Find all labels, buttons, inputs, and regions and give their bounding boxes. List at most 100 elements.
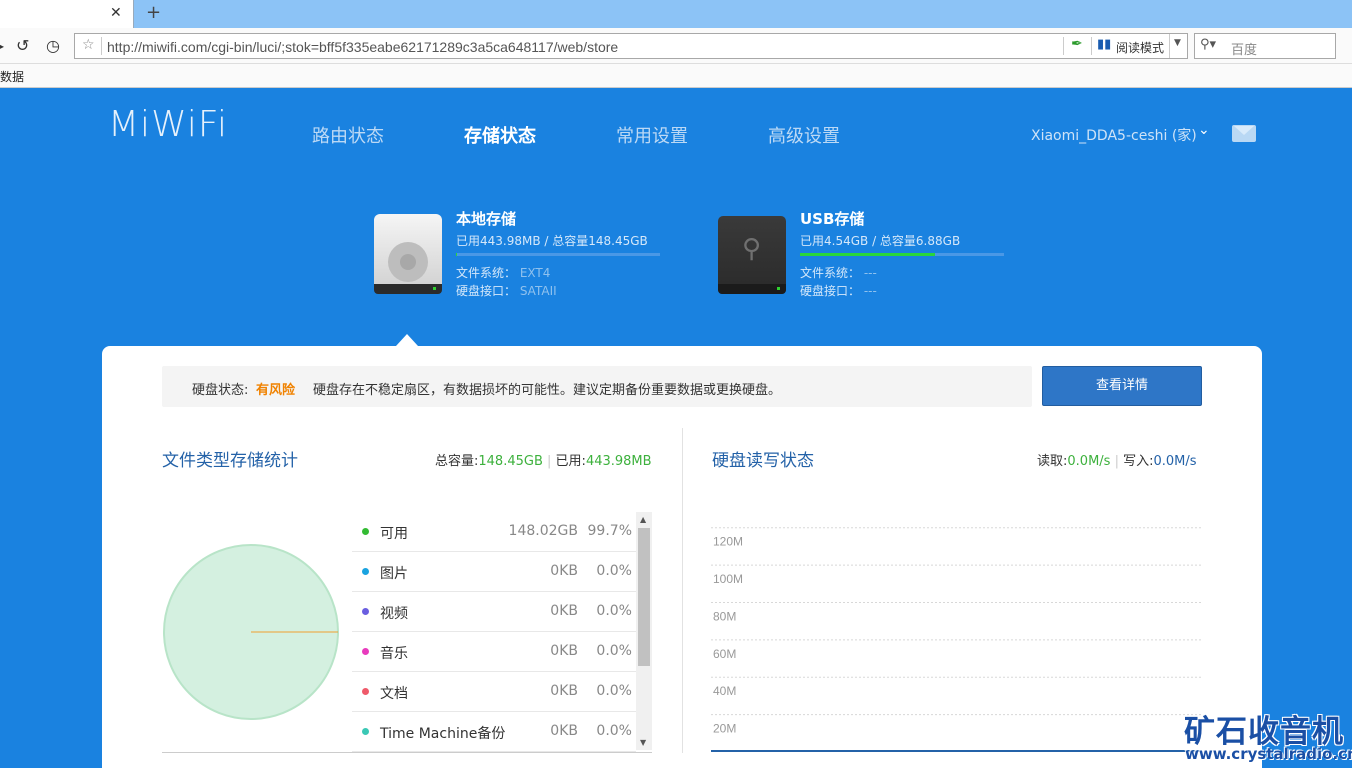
legend-dot-icon bbox=[362, 688, 369, 695]
pin-icon[interactable]: ✒ bbox=[1071, 36, 1083, 52]
close-icon[interactable]: ✕ bbox=[110, 5, 122, 21]
url-text[interactable]: http://miwifi.com/cgi-bin/luci/;stok=bff… bbox=[107, 39, 618, 55]
disk-status-value: 有风险 bbox=[256, 383, 296, 398]
back-icon[interactable]: ▸ bbox=[0, 36, 4, 55]
list-item: 音乐 0KB 0.0% bbox=[352, 632, 636, 672]
address-bar[interactable]: ☆ http://miwifi.com/cgi-bin/luci/;stok=b… bbox=[74, 33, 1188, 59]
bookmark-item[interactable]: 数据 bbox=[0, 68, 24, 85]
file-type-size: 0KB bbox=[550, 683, 578, 699]
scroll-up-icon[interactable]: ▲ bbox=[640, 515, 646, 524]
fs-value: --- bbox=[863, 266, 877, 280]
chevron-down-icon[interactable]: ▼ bbox=[1174, 38, 1181, 48]
disk-io-line-chart: 120M 100M 80M 60M 40M 20M bbox=[711, 527, 1201, 752]
file-list-scrollbar[interactable]: ▲ ▼ bbox=[636, 512, 652, 750]
divider bbox=[101, 37, 102, 55]
local-usage-bar bbox=[456, 253, 660, 256]
local-usage-fill bbox=[456, 253, 457, 256]
write-value: 0.0M/s bbox=[1153, 454, 1197, 469]
file-type-percent: 0.0% bbox=[596, 563, 632, 579]
disk-base bbox=[374, 284, 442, 294]
file-type-percent: 0.0% bbox=[596, 603, 632, 619]
usb-usage-fill bbox=[800, 253, 935, 256]
local-storage-title: 本地存储 bbox=[456, 210, 517, 228]
scroll-thumb[interactable] bbox=[638, 528, 650, 666]
history-icon[interactable]: ◷ bbox=[46, 36, 60, 55]
file-type-size: 0KB bbox=[550, 723, 578, 739]
browser-toolbar: ▸ ↺ ◷ ☆ http://miwifi.com/cgi-bin/luci/;… bbox=[0, 28, 1352, 64]
read-label: 读取: bbox=[1037, 454, 1068, 469]
refresh-icon[interactable]: ↺ bbox=[16, 36, 29, 55]
chevron-down-icon[interactable]: ⌄ bbox=[1198, 122, 1210, 138]
read-mode-label[interactable]: 阅读模式 bbox=[1116, 39, 1164, 56]
file-type-name: 文档 bbox=[380, 686, 408, 702]
file-type-percent: 99.7% bbox=[587, 523, 632, 539]
file-type-size: 0KB bbox=[550, 643, 578, 659]
miwifi-logo[interactable]: MiWiFi bbox=[108, 104, 228, 145]
file-type-pie-chart bbox=[163, 544, 339, 720]
usb-symbol-icon: ⚲ bbox=[742, 234, 762, 264]
scroll-down-icon[interactable]: ▼ bbox=[640, 738, 646, 747]
list-item: Time Machine备份 0KB 0.0% bbox=[352, 712, 636, 752]
file-type-name: Time Machine备份 bbox=[380, 726, 506, 742]
io-title: 硬盘读写状态 bbox=[712, 451, 814, 471]
watermark-url: www.crystalradio.cn bbox=[1185, 745, 1352, 763]
browser-tab-bar: ✕ + bbox=[0, 0, 1352, 28]
mail-icon[interactable] bbox=[1232, 125, 1256, 142]
file-stats-summary: 总容量:148.45GB | 已用:443.98MB bbox=[435, 450, 652, 469]
legend-dot-icon bbox=[362, 568, 369, 575]
disk-status-message: 硬盘存在不稳定扇区，有数据损坏的可能性。建议定期备份重要数据或更换硬盘。 bbox=[313, 383, 782, 398]
legend-dot-icon bbox=[362, 648, 369, 655]
nav-advanced-settings[interactable]: 高级设置 bbox=[768, 122, 840, 148]
divider bbox=[1091, 37, 1092, 55]
search-input[interactable]: ⚲▾ 百度 bbox=[1194, 33, 1336, 59]
bookmark-star-icon[interactable]: ☆ bbox=[82, 37, 95, 53]
file-type-size: 0KB bbox=[550, 563, 578, 579]
y-tick-label: 80M bbox=[713, 609, 736, 623]
disk-status-label: 硬盘状态: bbox=[192, 383, 249, 398]
write-label: 写入: bbox=[1123, 454, 1154, 469]
file-type-percent: 0.0% bbox=[596, 683, 632, 699]
legend-dot-icon bbox=[362, 608, 369, 615]
y-tick-label: 40M bbox=[713, 684, 736, 698]
used-label: 已用: bbox=[555, 454, 586, 469]
read-value: 0.0M/s bbox=[1067, 454, 1111, 469]
usb-usage-bar bbox=[800, 253, 1004, 256]
usb-storage-usage: 已用4.54GB / 总容量6.88GB bbox=[800, 234, 961, 248]
browser-tab[interactable]: ✕ bbox=[0, 0, 134, 28]
nav-storage-status[interactable]: 存储状态 bbox=[464, 122, 536, 148]
iface-label: 硬盘接口： bbox=[456, 284, 517, 298]
local-disk-icon[interactable] bbox=[374, 214, 442, 294]
nav-router-status[interactable]: 路由状态 bbox=[312, 122, 384, 148]
file-type-percent: 0.0% bbox=[596, 723, 632, 739]
y-tick-label: 120M bbox=[713, 535, 743, 549]
file-type-name: 图片 bbox=[380, 566, 408, 582]
router-name[interactable]: Xiaomi_DDA5-ceshi (家) bbox=[1031, 125, 1197, 145]
divider bbox=[1063, 37, 1064, 55]
nav-common-settings[interactable]: 常用设置 bbox=[616, 122, 688, 148]
separator: | bbox=[1114, 454, 1119, 469]
y-tick-label: 60M bbox=[713, 647, 736, 661]
list-item: 文档 0KB 0.0% bbox=[352, 672, 636, 712]
read-mode-icon[interactable]: ▮▮ bbox=[1097, 37, 1111, 52]
local-iface: 硬盘接口： SATAII bbox=[456, 282, 557, 299]
disk-led bbox=[433, 287, 436, 290]
file-stats-title: 文件类型存储统计 bbox=[162, 451, 298, 471]
file-type-name: 音乐 bbox=[380, 646, 408, 662]
disk-led bbox=[777, 287, 780, 290]
fs-label: 文件系统： bbox=[456, 266, 517, 280]
view-details-button[interactable]: 查看详情 bbox=[1042, 366, 1202, 406]
usb-disk-icon[interactable]: ⚲ bbox=[718, 216, 786, 294]
search-placeholder: 百度 bbox=[1231, 43, 1258, 58]
io-summary: 读取:0.0M/s | 写入:0.0M/s bbox=[1037, 450, 1197, 469]
divider bbox=[682, 428, 683, 753]
usb-storage-title: USB存储 bbox=[800, 210, 865, 228]
bookmarks-bar: 数据 bbox=[0, 64, 1352, 88]
search-icon[interactable]: ⚲▾ bbox=[1200, 37, 1216, 52]
list-item: 视频 0KB 0.0% bbox=[352, 592, 636, 632]
new-tab-icon[interactable]: + bbox=[146, 2, 161, 23]
file-type-size: 0KB bbox=[550, 603, 578, 619]
y-tick-label: 100M bbox=[713, 572, 743, 586]
legend-dot-icon bbox=[362, 728, 369, 735]
disk-status-notice: 硬盘状态: 有风险 硬盘存在不稳定扇区，有数据损坏的可能性。建议定期备份重要数据… bbox=[162, 366, 1032, 407]
fs-value: EXT4 bbox=[519, 266, 551, 280]
